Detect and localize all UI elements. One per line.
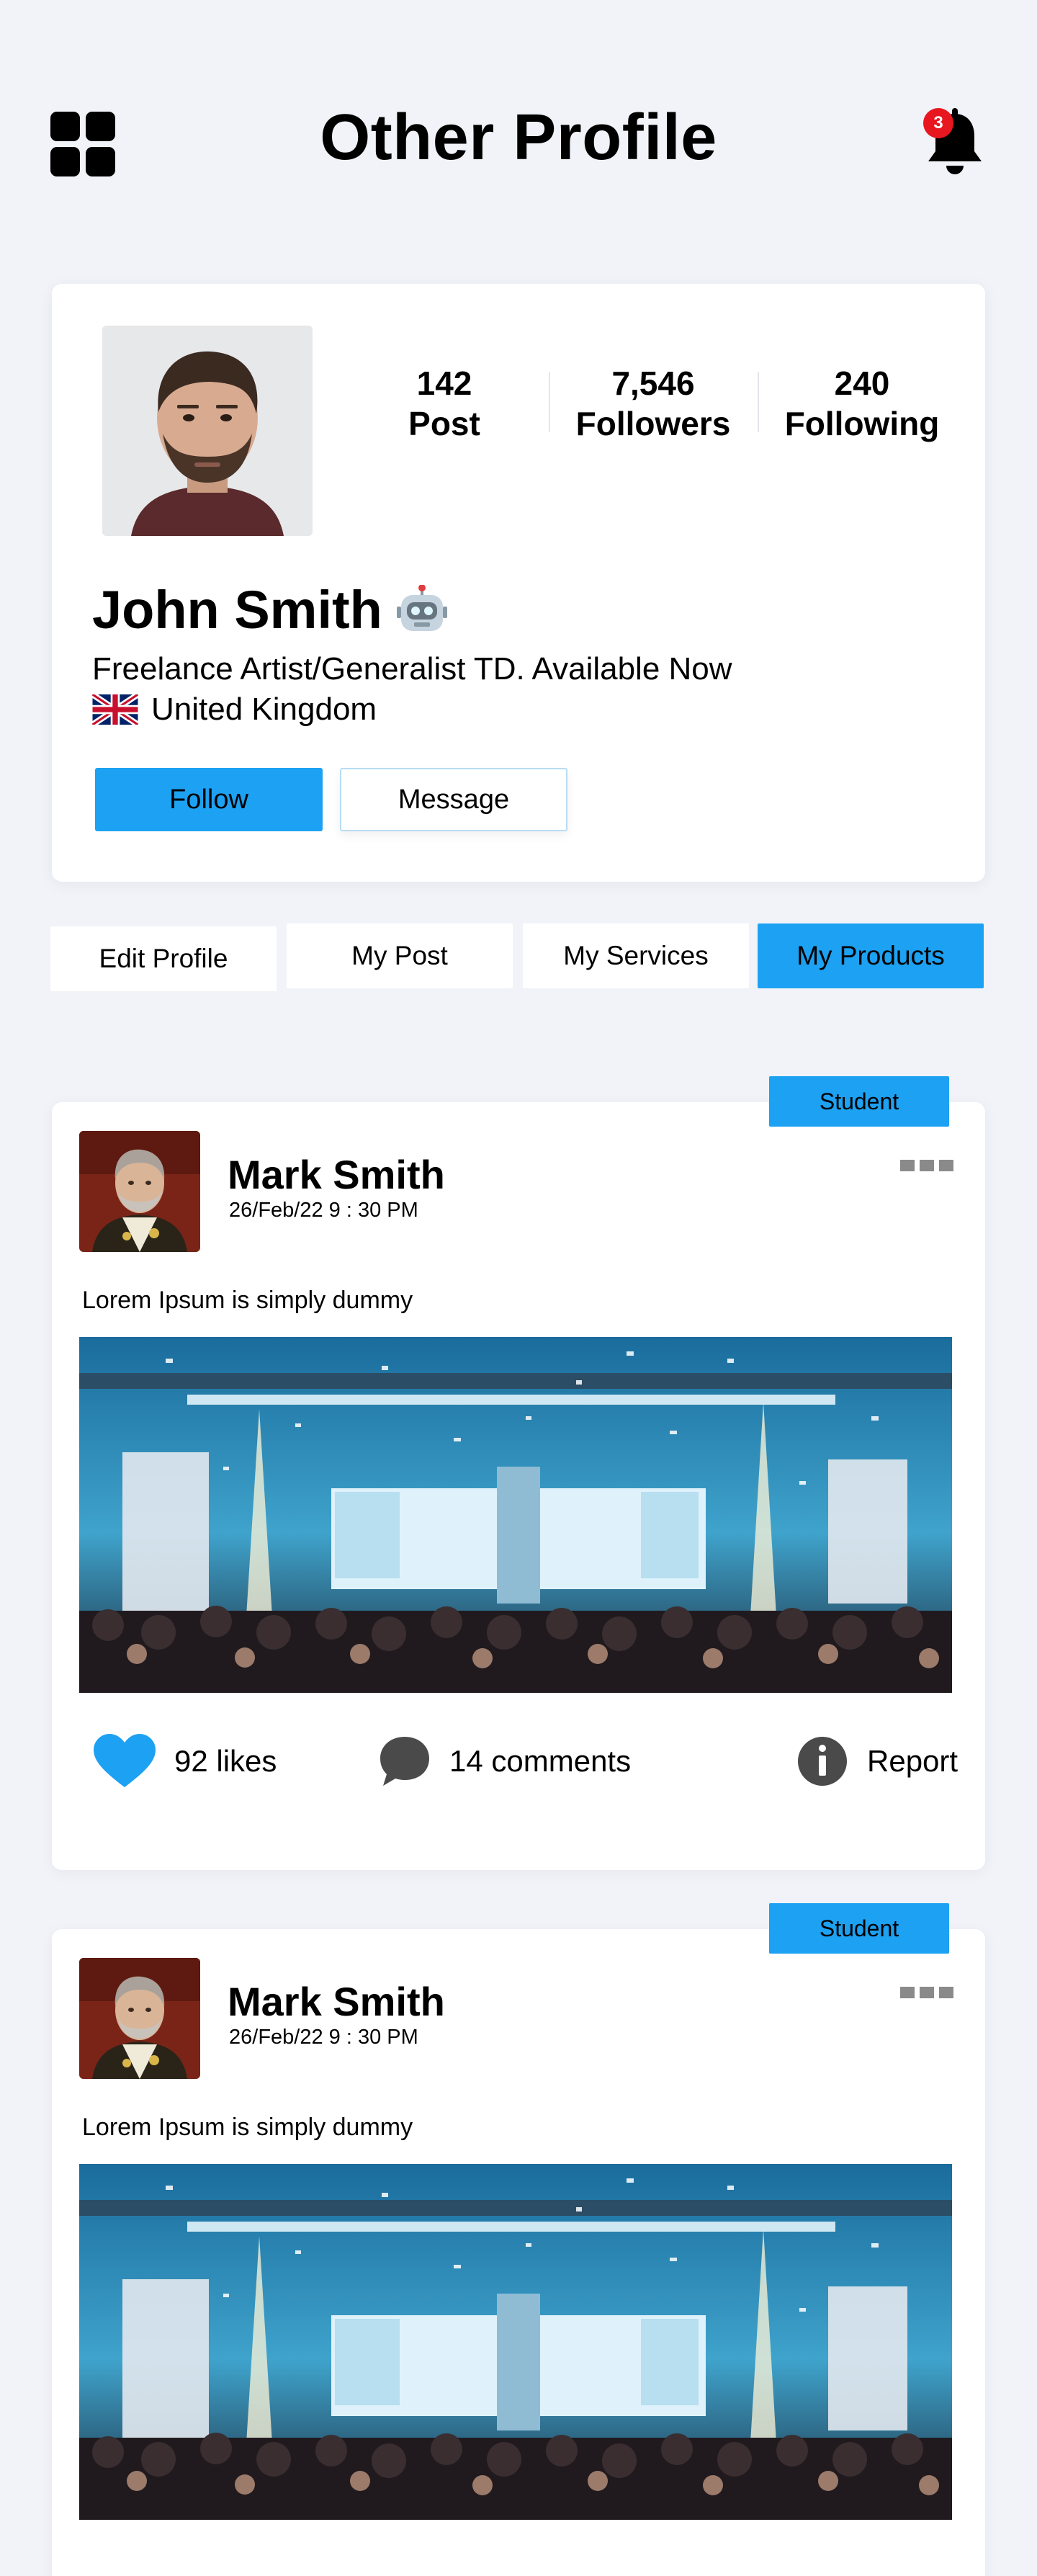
profile-bio: Freelance Artist/Generalist TD. Availabl…: [92, 651, 732, 687]
post-date: 26/Feb/22 9 : 30 PM: [229, 1199, 418, 1222]
tab-edit-profile[interactable]: Edit Profile: [50, 926, 277, 991]
post-image[interactable]: [79, 1337, 952, 1693]
post-text: Lorem Ipsum is simply dummy: [82, 2114, 413, 2141]
comments-count: 14 comments: [449, 1744, 632, 1778]
profile-tabs: Edit Profile My Post My Services My Prod…: [50, 923, 985, 991]
more-options-icon[interactable]: [900, 1160, 953, 1171]
post-author-avatar[interactable]: [79, 1131, 200, 1252]
post-image[interactable]: [79, 2164, 952, 2520]
profile-stats: 142 Post 7,546 Followers 240 Following: [340, 363, 966, 457]
stat-posts[interactable]: 142 Post: [340, 363, 549, 457]
robot-emoji-icon: [396, 584, 447, 631]
follow-button[interactable]: Follow: [95, 768, 323, 831]
tab-my-products[interactable]: My Products: [758, 923, 984, 988]
tab-my-services[interactable]: My Services: [523, 923, 749, 988]
page-title: Other Profile: [320, 102, 717, 174]
stat-value: 7,546: [611, 365, 695, 402]
post-card: Student Mark Smith 26/Feb/22 9 : 30 PM L…: [52, 1903, 985, 2576]
report-action[interactable]: Report: [796, 1729, 958, 1794]
notification-count-badge: 3: [923, 108, 953, 138]
post-text: Lorem Ipsum is simply dummy: [82, 1287, 413, 1314]
stat-value: 240: [834, 365, 890, 402]
stat-followers[interactable]: 7,546 Followers: [549, 363, 758, 457]
stat-label: Followers: [575, 405, 731, 442]
like-action[interactable]: 92 likes: [94, 1729, 277, 1794]
post-date: 26/Feb/22 9 : 30 PM: [229, 2026, 418, 2049]
heart-icon: [94, 1734, 156, 1787]
post-author-name[interactable]: Mark Smith: [228, 1978, 445, 2025]
uk-flag-icon: [92, 694, 138, 725]
stat-label: Following: [784, 405, 940, 442]
stat-value: 142: [416, 365, 472, 402]
profile-name-row: John Smith: [92, 579, 447, 640]
more-options-icon[interactable]: [900, 1987, 953, 1998]
tab-my-post[interactable]: My Post: [287, 923, 513, 988]
comment-action[interactable]: 14 comments: [379, 1729, 631, 1794]
profile-card: 142 Post 7,546 Followers 240 Following J…: [52, 284, 985, 882]
comment-icon: [380, 1737, 429, 1786]
post-card: Student Mark Smith 26/Feb/22 9 : 30 PM L…: [52, 1076, 985, 1870]
info-icon: [798, 1737, 847, 1786]
stat-label: Post: [408, 405, 480, 442]
country-name: United Kingdom: [151, 692, 377, 727]
role-badge: Student: [769, 1076, 949, 1127]
post-actions: 92 likes 14 comments Report: [94, 1729, 958, 1794]
message-button[interactable]: Message: [340, 768, 567, 831]
report-label: Report: [867, 1744, 959, 1778]
app-header: Other Profile 3: [0, 0, 1037, 238]
stat-following[interactable]: 240 Following: [758, 363, 966, 457]
profile-name: John Smith: [92, 580, 382, 640]
post-author-avatar[interactable]: [79, 1958, 200, 2079]
role-badge: Student: [769, 1903, 949, 1954]
profile-country: United Kingdom: [92, 692, 377, 728]
post-author-name[interactable]: Mark Smith: [228, 1151, 445, 1198]
likes-count: 92 likes: [174, 1744, 277, 1778]
profile-avatar: [102, 326, 313, 536]
